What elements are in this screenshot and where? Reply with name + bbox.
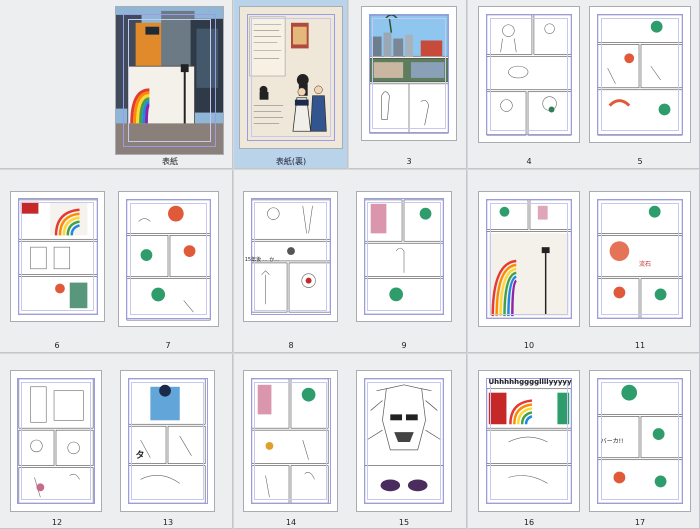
cover-illustration [116,7,223,154]
page-thumbnail-5[interactable] [589,6,691,143]
page-14-illustration [251,378,329,504]
page-label-8[interactable]: 8 [231,341,351,351]
page-9-illustration [364,199,444,315]
page-thumbnail-11[interactable]: 流石 [589,191,691,327]
page-thumbnail-10[interactable] [478,191,580,327]
page-13-illustration [128,378,206,504]
page-label-14[interactable]: 14 [231,518,351,528]
page-label-16[interactable]: 16 [469,518,589,528]
page-15-illustration [364,378,444,504]
page-label-5[interactable]: 5 [580,157,700,167]
page-label-11[interactable]: 11 [580,341,700,351]
page-13-text: タ [135,451,145,461]
cover-back-illustration [240,7,342,148]
page-label-9[interactable]: 9 [344,341,464,351]
page-thumbnail-3[interactable] [361,6,457,141]
page-label-13[interactable]: 13 [108,518,228,528]
page-thumbnail-13[interactable]: タ [120,370,215,512]
page-thumbnail-12[interactable] [10,370,102,512]
page-thumbnail-9[interactable] [356,191,452,322]
page-label-cover[interactable]: 表紙 [110,157,230,167]
page-thumbnail-8[interactable]: 15年後 … か… [243,191,338,322]
page-label-3[interactable]: 3 [349,157,469,167]
page-4-illustration [486,14,572,136]
page-label-4[interactable]: 4 [469,157,589,167]
page-6-illustration [18,199,98,315]
page-16-text: Uhhhhhggggllllyyyyy [488,378,572,386]
page-11-illustration [597,199,683,319]
page-thumbnail-6[interactable] [10,191,105,322]
page-label-12[interactable]: 12 [0,518,117,528]
page-thumbnail-14[interactable] [243,370,338,512]
page-thumbnail-16[interactable]: Uhhhhhggggllllyyyyy [478,370,580,512]
page-11-text: 流石 [638,261,651,268]
page-thumbnail-4[interactable] [478,6,580,143]
page-label-15[interactable]: 15 [344,518,464,528]
page-8-caption: 15年後 … か… [244,257,280,263]
page-label-7[interactable]: 7 [108,341,228,351]
page-label-10[interactable]: 10 [469,341,589,351]
page-thumbnail-17[interactable]: バーカ!! [589,370,691,512]
page-16-illustration [486,388,572,504]
page-thumbnail-15[interactable] [356,370,452,512]
page-label-6[interactable]: 6 [0,341,117,351]
page-thumbnail-cover-back[interactable] [239,6,343,149]
page-12-illustration [18,378,94,504]
page-17-text: バーカ!! [600,438,624,445]
page-10-illustration [486,199,572,319]
page-7-illustration [126,199,211,321]
page-label-17[interactable]: 17 [580,518,700,528]
page-thumbnail-7[interactable] [118,191,219,327]
page-5-illustration [597,14,683,136]
page-label-cover-back[interactable]: 表紙(裏) [231,157,351,167]
page-thumbnail-cover[interactable] [115,6,224,155]
page-3-illustration [369,14,449,134]
